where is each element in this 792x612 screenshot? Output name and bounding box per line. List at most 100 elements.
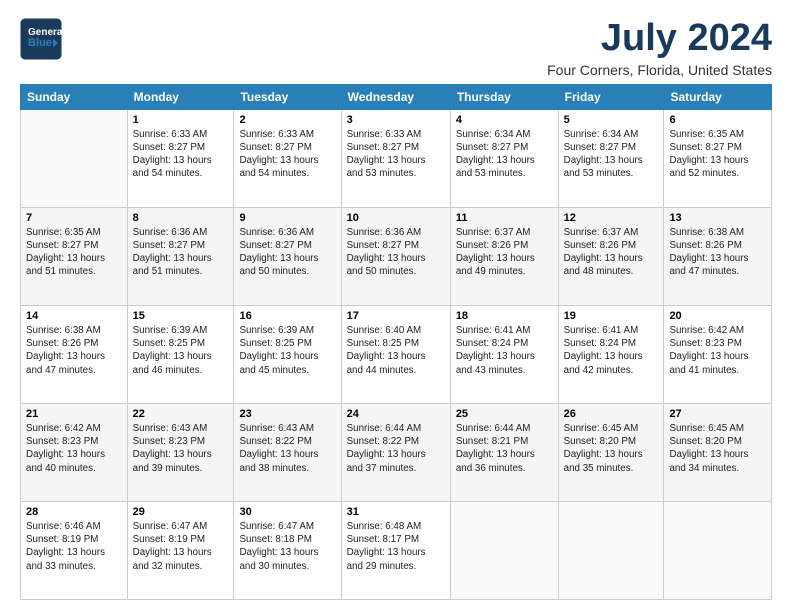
day-number: 29 bbox=[133, 506, 229, 518]
day-info: Sunrise: 6:46 AMSunset: 8:19 PMDaylight:… bbox=[26, 520, 122, 573]
title-block: July 2024 Four Corners, Florida, United … bbox=[547, 18, 772, 78]
day-info: Sunrise: 6:38 AMSunset: 8:26 PMDaylight:… bbox=[26, 324, 122, 377]
day-info: Sunrise: 6:45 AMSunset: 8:20 PMDaylight:… bbox=[564, 422, 659, 475]
calendar-cell: 4 Sunrise: 6:34 AMSunset: 8:27 PMDaylight… bbox=[450, 109, 558, 207]
calendar-cell: 20Sunrise: 6:42 AMSunset: 8:23 PMDayligh… bbox=[664, 305, 772, 403]
main-title: July 2024 bbox=[547, 18, 772, 60]
day-info: Sunrise: 6:36 AMSunset: 8:27 PMDaylight:… bbox=[239, 226, 335, 279]
calendar-cell: 31 Sunrise: 6:48 AMSunset: 8:17 PMDayligh… bbox=[341, 501, 450, 599]
day-number: 1 bbox=[133, 114, 229, 126]
day-info: Sunrise: 6:47 AMSunset: 8:18 PMDaylight:… bbox=[239, 520, 335, 573]
calendar-cell: 19Sunrise: 6:41 AMSunset: 8:24 PMDayligh… bbox=[558, 305, 664, 403]
calendar-week-row: 1 Sunrise: 6:33 AMSunset: 8:27 PMDaylight… bbox=[21, 109, 772, 207]
weekday-header-thursday: Thursday bbox=[450, 84, 558, 109]
day-number: 9 bbox=[239, 212, 335, 224]
calendar-cell: 9 Sunrise: 6:36 AMSunset: 8:27 PMDaylight… bbox=[234, 207, 341, 305]
subtitle: Four Corners, Florida, United States bbox=[547, 62, 772, 78]
weekday-header-monday: Monday bbox=[127, 84, 234, 109]
header: General Blue July 2024 Four Corners, Flo… bbox=[20, 18, 772, 78]
day-number: 24 bbox=[347, 408, 445, 420]
calendar-week-row: 21Sunrise: 6:42 AMSunset: 8:23 PMDayligh… bbox=[21, 403, 772, 501]
day-info: Sunrise: 6:33 AMSunset: 8:27 PMDaylight:… bbox=[133, 128, 229, 181]
day-number: 13 bbox=[669, 212, 766, 224]
day-number: 27 bbox=[669, 408, 766, 420]
calendar-cell: 26 Sunrise: 6:45 AMSunset: 8:20 PMDayligh… bbox=[558, 403, 664, 501]
day-info: Sunrise: 6:42 AMSunset: 8:23 PMDaylight:… bbox=[669, 324, 766, 377]
day-number: 19 bbox=[564, 310, 659, 322]
calendar-cell: 16 Sunrise: 6:39 AMSunset: 8:25 PMDayligh… bbox=[234, 305, 341, 403]
day-number: 25 bbox=[456, 408, 553, 420]
calendar-cell: 7 Sunrise: 6:35 AMSunset: 8:27 PMDaylight… bbox=[21, 207, 128, 305]
weekday-header-tuesday: Tuesday bbox=[234, 84, 341, 109]
calendar-cell: 2 Sunrise: 6:33 AMSunset: 8:27 PMDaylight… bbox=[234, 109, 341, 207]
calendar-cell: 22 Sunrise: 6:43 AMSunset: 8:23 PMDayligh… bbox=[127, 403, 234, 501]
calendar-cell: 6 Sunrise: 6:35 AMSunset: 8:27 PMDaylight… bbox=[664, 109, 772, 207]
day-info: Sunrise: 6:44 AMSunset: 8:21 PMDaylight:… bbox=[456, 422, 553, 475]
day-number: 10 bbox=[347, 212, 445, 224]
weekday-header-wednesday: Wednesday bbox=[341, 84, 450, 109]
calendar-cell: 14Sunrise: 6:38 AMSunset: 8:26 PMDayligh… bbox=[21, 305, 128, 403]
calendar-week-row: 7 Sunrise: 6:35 AMSunset: 8:27 PMDaylight… bbox=[21, 207, 772, 305]
day-info: Sunrise: 6:34 AMSunset: 8:27 PMDaylight:… bbox=[456, 128, 553, 181]
calendar-cell: 3 Sunrise: 6:33 AMSunset: 8:27 PMDaylight… bbox=[341, 109, 450, 207]
day-info: Sunrise: 6:43 AMSunset: 8:22 PMDaylight:… bbox=[239, 422, 335, 475]
day-number: 28 bbox=[26, 506, 122, 518]
day-info: Sunrise: 6:34 AMSunset: 8:27 PMDaylight:… bbox=[564, 128, 659, 181]
day-number: 7 bbox=[26, 212, 122, 224]
day-number: 8 bbox=[133, 212, 229, 224]
day-info: Sunrise: 6:36 AMSunset: 8:27 PMDaylight:… bbox=[133, 226, 229, 279]
day-info: Sunrise: 6:35 AMSunset: 8:27 PMDaylight:… bbox=[669, 128, 766, 181]
calendar-cell: 30 Sunrise: 6:47 AMSunset: 8:18 PMDayligh… bbox=[234, 501, 341, 599]
day-number: 2 bbox=[239, 114, 335, 126]
calendar-cell bbox=[664, 501, 772, 599]
weekday-header-friday: Friday bbox=[558, 84, 664, 109]
day-number: 16 bbox=[239, 310, 335, 322]
calendar-cell: 21Sunrise: 6:42 AMSunset: 8:23 PMDayligh… bbox=[21, 403, 128, 501]
day-number: 12 bbox=[564, 212, 659, 224]
day-number: 23 bbox=[239, 408, 335, 420]
day-number: 11 bbox=[456, 212, 553, 224]
day-number: 30 bbox=[239, 506, 335, 518]
calendar-cell: 28 Sunrise: 6:46 AMSunset: 8:19 PMDayligh… bbox=[21, 501, 128, 599]
calendar-cell: 10 Sunrise: 6:36 AMSunset: 8:27 PMDayligh… bbox=[341, 207, 450, 305]
calendar-cell: 24Sunrise: 6:44 AMSunset: 8:22 PMDayligh… bbox=[341, 403, 450, 501]
calendar-cell: 15 Sunrise: 6:39 AMSunset: 8:25 PMDayligh… bbox=[127, 305, 234, 403]
day-info: Sunrise: 6:33 AMSunset: 8:27 PMDaylight:… bbox=[347, 128, 445, 181]
day-number: 3 bbox=[347, 114, 445, 126]
day-info: Sunrise: 6:43 AMSunset: 8:23 PMDaylight:… bbox=[133, 422, 229, 475]
day-number: 6 bbox=[669, 114, 766, 126]
day-info: Sunrise: 6:42 AMSunset: 8:23 PMDaylight:… bbox=[26, 422, 122, 475]
weekday-header-saturday: Saturday bbox=[664, 84, 772, 109]
day-info: Sunrise: 6:39 AMSunset: 8:25 PMDaylight:… bbox=[133, 324, 229, 377]
calendar-cell: 18 Sunrise: 6:41 AMSunset: 8:24 PMDayligh… bbox=[450, 305, 558, 403]
day-info: Sunrise: 6:48 AMSunset: 8:17 PMDaylight:… bbox=[347, 520, 445, 573]
day-number: 31 bbox=[347, 506, 445, 518]
day-number: 4 bbox=[456, 114, 553, 126]
logo-icon: General Blue bbox=[20, 18, 62, 60]
calendar-week-row: 14Sunrise: 6:38 AMSunset: 8:26 PMDayligh… bbox=[21, 305, 772, 403]
calendar-cell: 12Sunrise: 6:37 AMSunset: 8:26 PMDayligh… bbox=[558, 207, 664, 305]
calendar-cell: 27 Sunrise: 6:45 AMSunset: 8:20 PMDayligh… bbox=[664, 403, 772, 501]
svg-text:Blue: Blue bbox=[28, 37, 52, 49]
calendar-cell: 8 Sunrise: 6:36 AMSunset: 8:27 PMDaylight… bbox=[127, 207, 234, 305]
weekday-header-sunday: Sunday bbox=[21, 84, 128, 109]
day-number: 18 bbox=[456, 310, 553, 322]
day-info: Sunrise: 6:41 AMSunset: 8:24 PMDaylight:… bbox=[456, 324, 553, 377]
day-info: Sunrise: 6:33 AMSunset: 8:27 PMDaylight:… bbox=[239, 128, 335, 181]
calendar-cell: 23 Sunrise: 6:43 AMSunset: 8:22 PMDayligh… bbox=[234, 403, 341, 501]
calendar-cell: 5Sunrise: 6:34 AMSunset: 8:27 PMDaylight… bbox=[558, 109, 664, 207]
calendar-cell bbox=[450, 501, 558, 599]
calendar-cell: 25 Sunrise: 6:44 AMSunset: 8:21 PMDayligh… bbox=[450, 403, 558, 501]
page: General Blue July 2024 Four Corners, Flo… bbox=[0, 0, 792, 612]
day-info: Sunrise: 6:39 AMSunset: 8:25 PMDaylight:… bbox=[239, 324, 335, 377]
calendar-cell: 1 Sunrise: 6:33 AMSunset: 8:27 PMDaylight… bbox=[127, 109, 234, 207]
calendar-cell: 13Sunrise: 6:38 AMSunset: 8:26 PMDayligh… bbox=[664, 207, 772, 305]
day-number: 26 bbox=[564, 408, 659, 420]
day-info: Sunrise: 6:35 AMSunset: 8:27 PMDaylight:… bbox=[26, 226, 122, 279]
day-info: Sunrise: 6:36 AMSunset: 8:27 PMDaylight:… bbox=[347, 226, 445, 279]
day-number: 15 bbox=[133, 310, 229, 322]
day-number: 22 bbox=[133, 408, 229, 420]
calendar-cell: 29Sunrise: 6:47 AMSunset: 8:19 PMDayligh… bbox=[127, 501, 234, 599]
calendar-cell bbox=[558, 501, 664, 599]
day-info: Sunrise: 6:45 AMSunset: 8:20 PMDaylight:… bbox=[669, 422, 766, 475]
